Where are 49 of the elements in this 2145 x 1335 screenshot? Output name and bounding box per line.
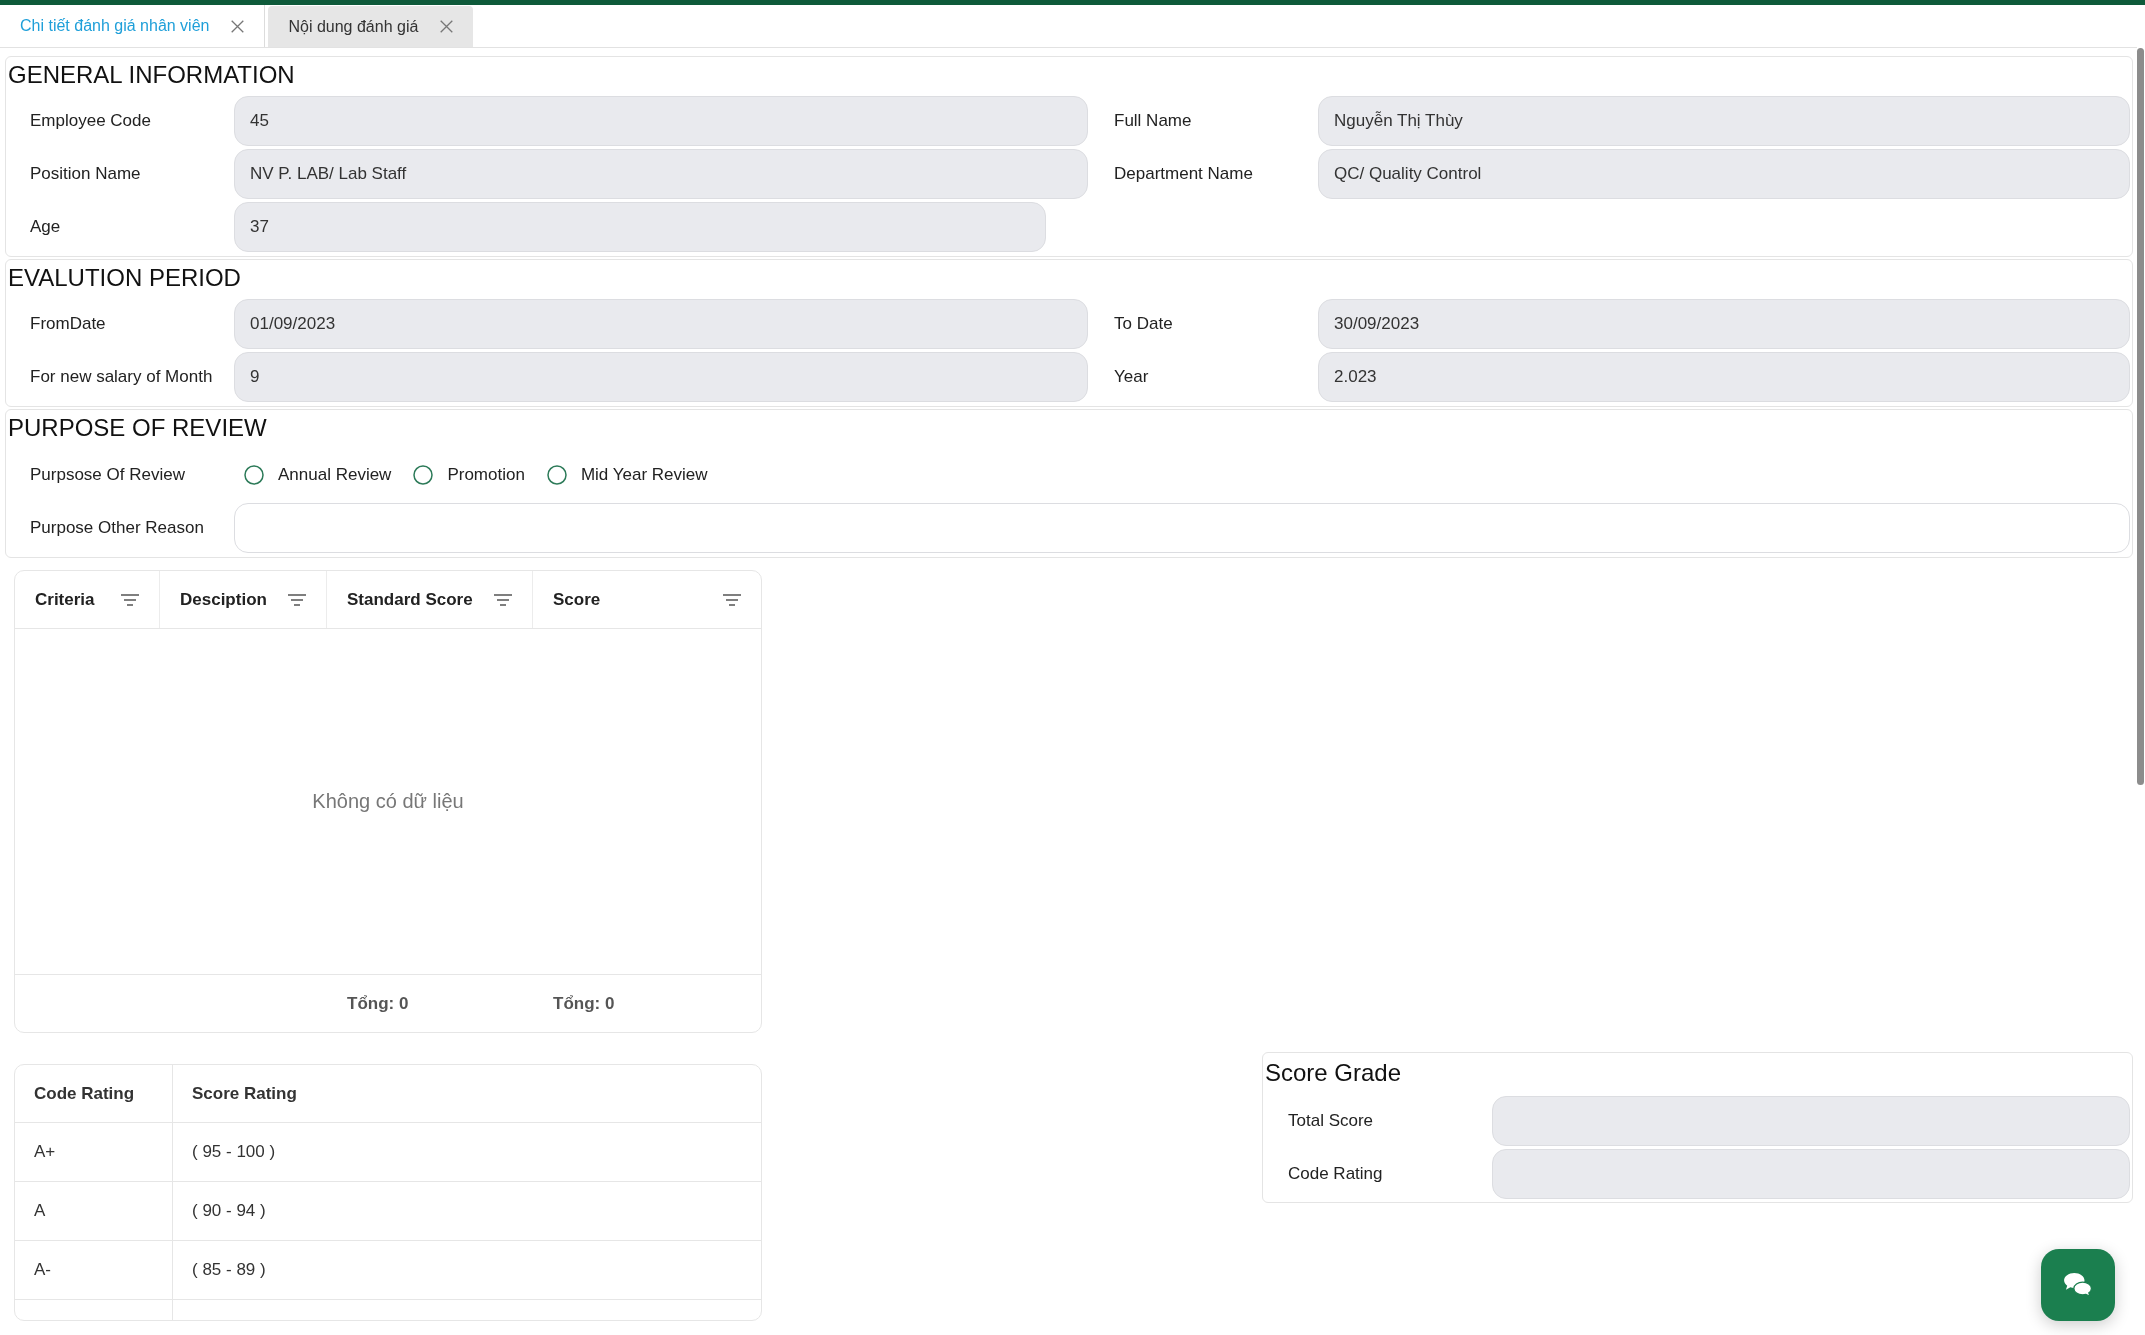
column-header: Score: [553, 589, 601, 610]
section-heading: Score Grade: [1265, 1058, 1402, 1088]
radio-option[interactable]: Annual Review: [244, 465, 392, 485]
table-cell-text: ( 95 - 100 ): [191, 1141, 277, 1163]
field-label: Purpsose Of Review: [30, 465, 186, 485]
filter-icon[interactable]: [723, 593, 741, 606]
field-label: Position Name: [30, 164, 142, 184]
radio-icon[interactable]: [546, 465, 567, 485]
field-label: Year: [1114, 367, 1150, 387]
column-total: Tổng: 0: [553, 993, 615, 1014]
section-heading: EVALUTION PERIOD: [8, 263, 241, 293]
field-label: FromDate: [30, 314, 107, 334]
table-cell-text: ( 90 - 94 ): [191, 1200, 267, 1222]
radio-icon[interactable]: [413, 465, 434, 485]
field-label: Age: [30, 217, 62, 237]
field-label: For new salary of Month: [30, 367, 214, 387]
column-header: Standard Score: [347, 589, 473, 610]
column-header: Desciption: [180, 589, 267, 610]
field-label: Purpose Other Reason: [30, 518, 205, 538]
radio-option[interactable]: Mid Year Review: [546, 465, 708, 485]
filter-icon[interactable]: [288, 593, 306, 606]
table-cell: A-: [15, 1241, 173, 1299]
field-label: Department Name: [1114, 164, 1254, 184]
table-cell: A+: [15, 1123, 173, 1181]
field-label: To Date: [1114, 314, 1174, 334]
filter-icon[interactable]: [494, 593, 512, 606]
empty-state-text: Không có dữ liệu: [312, 790, 464, 813]
section-heading: PURPOSE OF REVIEW: [8, 413, 267, 443]
field-label: Code Rating: [1288, 1164, 1384, 1184]
column-total: Tổng: 0: [347, 993, 409, 1014]
chat-bubbles-icon: [2063, 1272, 2093, 1298]
chat-button[interactable]: [2041, 1249, 2115, 1321]
table-cell: A: [15, 1182, 173, 1240]
field-label: Employee Code: [30, 111, 152, 131]
radio-icon[interactable]: [244, 465, 264, 485]
table-cell-text: ( 85 - 89 ): [191, 1259, 267, 1281]
radio-option[interactable]: Promotion: [413, 465, 525, 485]
column-header: Criteria: [35, 589, 95, 610]
filter-icon[interactable]: [121, 593, 139, 606]
scrollbar-thumb[interactable]: [2137, 48, 2144, 785]
column-header: Score Rating: [191, 1082, 298, 1105]
column-header: Code Rating: [15, 1065, 173, 1122]
input-field[interactable]: [234, 503, 2130, 553]
close-icon[interactable]: [440, 20, 454, 33]
field-label: Total Score: [1288, 1111, 1375, 1131]
tab[interactable]: Nội dung đánh giá: [268, 6, 474, 47]
field-label: Full Name: [1114, 111, 1193, 131]
section-heading: GENERAL INFORMATION: [8, 60, 295, 90]
close-icon[interactable]: [231, 19, 245, 33]
